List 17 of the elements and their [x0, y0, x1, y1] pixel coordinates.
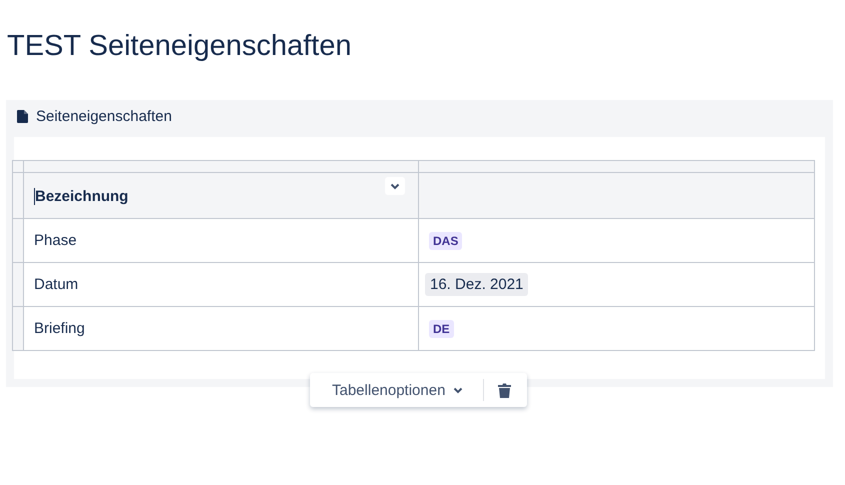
table-cell[interactable]: Briefing — [24, 306, 418, 350]
dropdown-button[interactable] — [385, 177, 405, 195]
chevron-down-icon — [390, 182, 400, 190]
table-cell[interactable]: Datum — [24, 262, 418, 306]
macro-label: Seiteneigenschaften — [36, 108, 172, 125]
page-title: TEST Seiteneigenschaften — [7, 30, 352, 63]
trash-icon — [498, 382, 512, 398]
status-lozenge: DE — [429, 320, 454, 338]
document-icon — [17, 110, 28, 123]
status-lozenge: DAS — [429, 232, 462, 250]
table-cell[interactable]: Phase — [24, 218, 418, 262]
header-cell[interactable]: Bezeichnung — [24, 172, 418, 218]
header-cell[interactable] — [418, 172, 814, 218]
date-chip[interactable]: 16. Dez. 2021 — [425, 273, 528, 296]
table-options-button[interactable]: Tabellenoptionen — [318, 375, 478, 405]
chevron-down-icon — [453, 386, 464, 394]
header-text: Bezeichnung — [35, 188, 128, 205]
